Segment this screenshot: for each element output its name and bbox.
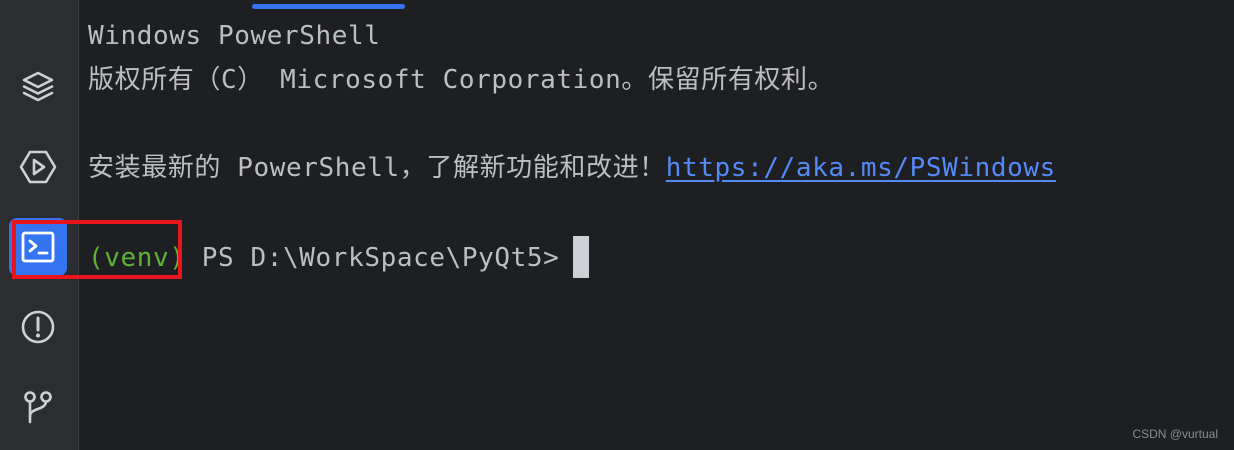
problems-button[interactable]	[9, 298, 67, 356]
git-branch-icon	[24, 391, 52, 424]
terminal-output[interactable]: Windows PowerShell 版权所有（C） Microsoft Cor…	[88, 14, 1228, 282]
active-tab-indicator	[252, 4, 405, 9]
terminal-line: 版权所有（C） Microsoft Corporation。保留所有权利。	[88, 65, 835, 95]
prompt-path: PS D:\WorkSpace\PyQt5>	[185, 243, 560, 273]
terminal-text: 安装最新的 PowerShell，了解新功能和改进！	[88, 153, 666, 183]
terminal-line: Windows PowerShell	[88, 21, 381, 51]
terminal-prompt-line[interactable]: (venv) PS D:\WorkSpace\PyQt5>	[88, 234, 1228, 282]
powershell-link[interactable]: https://aka.ms/PSWindows	[666, 153, 1056, 183]
text-cursor	[573, 235, 590, 278]
problems-icon	[21, 310, 55, 344]
watermark: CSDN @vurtual	[1132, 427, 1218, 441]
layers-button[interactable]	[9, 58, 67, 116]
layers-icon	[22, 71, 54, 102]
terminal-button[interactable]	[9, 218, 67, 276]
venv-indicator: (venv)	[88, 243, 186, 273]
tool-window-sidebar	[0, 0, 78, 450]
ide-window: Windows PowerShell 版权所有（C） Microsoft Cor…	[0, 0, 1234, 450]
git-button[interactable]	[9, 378, 67, 436]
run-services-icon	[19, 150, 57, 184]
services-button[interactable]	[9, 138, 67, 196]
sidebar-divider	[78, 0, 79, 450]
terminal-line: 安装最新的 PowerShell，了解新功能和改进！https://aka.ms…	[88, 146, 1228, 190]
terminal-icon	[21, 231, 55, 263]
